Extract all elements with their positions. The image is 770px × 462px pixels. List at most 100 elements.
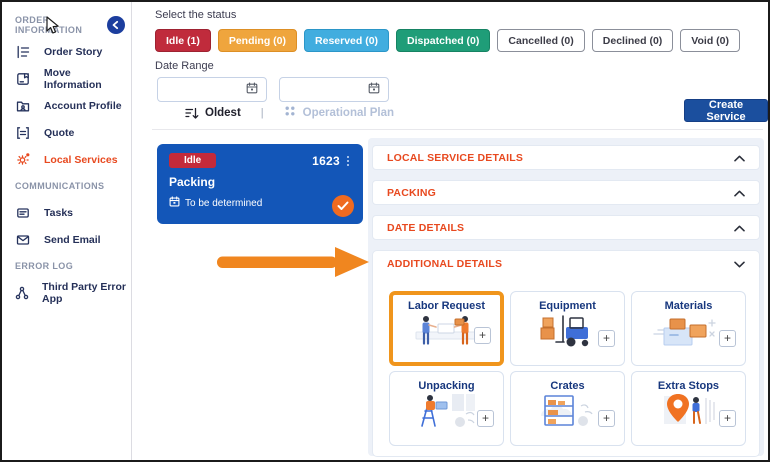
toolbar-divider: | [260,107,264,119]
toolbar-divider-line [152,129,763,130]
add-extra-stops-button[interactable]: + [719,410,736,427]
date-range-row [157,77,389,102]
card-equipment[interactable]: Equipment + [510,291,625,366]
sidebar-item-label: Local Services [44,153,118,166]
date-range-start-input[interactable] [157,77,267,102]
sidebar-item-send-email[interactable]: Send Email [2,226,131,253]
sidebar-item-label: Quote [44,126,75,139]
sort-oldest-button[interactable]: Oldest [205,107,241,119]
sidebar: ORDER INFORMATION Order Story Move Infor… [2,2,132,460]
accordion-local-service-details[interactable]: LOCAL SERVICE DETAILS [372,145,760,170]
calendar-icon[interactable] [246,81,258,99]
account-profile-icon [15,99,31,113]
card-title: Equipment [539,300,596,312]
accordion-label: ADDITIONAL DETAILS [387,258,503,270]
create-service-button[interactable]: Create Service [684,99,768,123]
grid-dots-icon [284,104,296,122]
sidebar-item-move-information[interactable]: Move Information [2,65,131,92]
card-crates[interactable]: Crates + [510,371,625,446]
card-extra-stops[interactable]: Extra Stops + [631,371,746,446]
sort-descending-icon[interactable] [185,107,199,120]
check-icon[interactable] [332,195,354,217]
tasks-icon [15,206,31,220]
add-equipment-button[interactable]: + [598,330,615,347]
sidebar-item-quote[interactable]: Quote [2,119,131,146]
app-window: ORDER INFORMATION Order Story Move Infor… [0,0,770,462]
calendar-icon[interactable] [368,81,380,99]
card-title: Materials [664,300,713,312]
card-labor-request[interactable]: Labor Request + [389,291,504,366]
sidebar-section-error-log: ERROR LOG [15,261,74,271]
status-filter-row: Idle (1) Pending (0) Reserved (0) Dispat… [155,29,741,52]
send-email-icon [15,233,31,247]
add-materials-button[interactable]: + [719,330,736,347]
operational-plan-button[interactable]: Operational Plan [284,104,394,122]
orange-callout-arrow [217,247,369,282]
card-materials[interactable]: Materials + [631,291,746,366]
sidebar-header: ORDER INFORMATION [2,12,131,38]
list-toolbar: Oldest | Operational Plan [185,103,394,123]
sidebar-section-communications: COMMUNICATIONS [15,181,105,191]
status-filter-label: Select the status [155,9,237,21]
chevron-down-icon [734,255,745,273]
accordion-additional-details[interactable]: ADDITIONAL DETAILS [373,251,759,277]
accordion-label: LOCAL SERVICE DETAILS [387,151,524,164]
add-unpacking-button[interactable]: + [477,410,494,427]
quote-icon [15,126,31,140]
calendar-icon [169,196,180,210]
status-button-pending[interactable]: Pending (0) [217,29,298,52]
sidebar-item-local-services[interactable]: Local Services [2,146,131,173]
status-button-void[interactable]: Void (0) [680,29,741,52]
move-information-icon [15,72,31,86]
status-button-idle[interactable]: Idle (1) [155,29,211,52]
card-unpacking[interactable]: Unpacking + [389,371,504,446]
sidebar-collapse-button[interactable] [107,16,125,34]
add-labor-request-button[interactable]: + [474,327,491,344]
local-services-gear-icon [15,152,31,167]
status-button-declined[interactable]: Declined (0) [591,29,674,52]
sidebar-item-tasks[interactable]: Tasks [2,199,131,226]
service-card-top-row: Idle 1623 [169,153,351,168]
service-card-packing[interactable]: Idle 1623 Packing To be determined [157,144,363,224]
card-title: Labor Request [407,300,485,312]
card-title: Extra Stops [657,380,720,392]
date-range-label: Date Range [155,60,214,72]
sidebar-item-account-profile[interactable]: Account Profile [2,92,131,119]
card-title: Unpacking [418,380,475,392]
third-party-error-app-icon [15,286,29,300]
sidebar-item-label: Send Email [44,233,101,246]
status-button-reserved[interactable]: Reserved (0) [304,29,390,52]
schedule-text: To be determined [185,197,263,209]
sidebar-item-label: Order Story [44,45,103,58]
sidebar-item-label: Tasks [44,206,73,219]
chevron-up-icon [734,149,745,167]
chevron-up-icon [734,184,745,202]
service-card-schedule: To be determined [169,196,351,210]
date-range-end-input[interactable] [279,77,389,102]
service-order-number: 1623 [312,153,340,168]
add-crates-button[interactable]: + [598,410,615,427]
accordion-label: DATE DETAILS [387,221,465,234]
service-status-badge: Idle [169,153,217,168]
accordion-label: PACKING [387,186,437,199]
operational-plan-label: Operational Plan [302,107,395,119]
main-content: Select the status Idle (1) Pending (0) R… [133,2,768,460]
kebab-menu-icon[interactable] [345,154,351,168]
service-card-title: Packing [169,175,216,189]
order-story-icon [15,45,31,59]
chevron-up-icon [734,219,745,237]
accordion-additional-details-panel: ADDITIONAL DETAILS Labor Request + Equip… [372,250,760,457]
status-button-dispatched[interactable]: Dispatched (0) [396,29,491,52]
service-detail-panel: LOCAL SERVICE DETAILS PACKING DATE DETAI… [368,138,764,457]
accordion-packing[interactable]: PACKING [372,180,760,205]
sidebar-item-label: Account Profile [44,99,122,112]
status-button-cancelled[interactable]: Cancelled (0) [497,29,585,52]
chevron-left-icon [111,18,121,33]
sidebar-item-label: Third Party Error App [42,280,127,305]
sidebar-item-order-story[interactable]: Order Story [2,38,131,65]
sidebar-item-label: Move Information [43,66,102,91]
sidebar-section-order-information: ORDER INFORMATION [15,15,83,35]
card-title: Crates [550,380,585,392]
accordion-date-details[interactable]: DATE DETAILS [372,215,760,240]
sidebar-item-third-party-error-app[interactable]: Third Party Error App [2,279,131,306]
